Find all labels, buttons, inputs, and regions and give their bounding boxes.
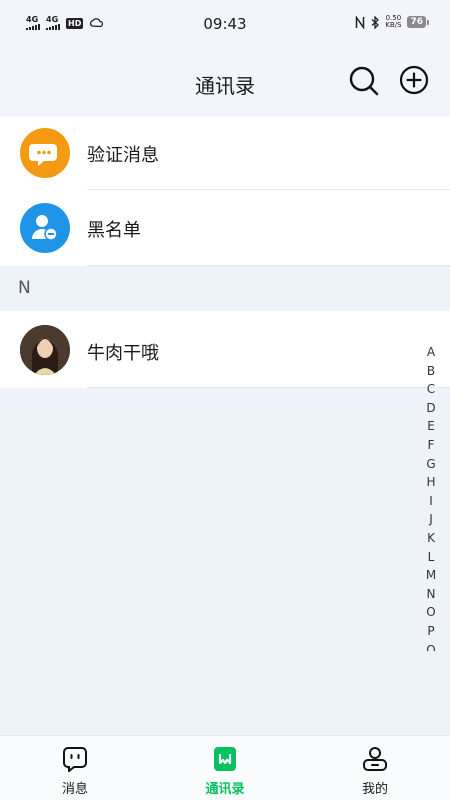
nav-mine-label: 我的 [361, 782, 388, 797]
nav-contacts[interactable]: 通讯录 [185, 746, 265, 797]
nav-messages[interactable]: 消息 [35, 746, 115, 797]
blacklist-label: 黑名单 [87, 220, 141, 241]
index-letter[interactable]: Q [426, 641, 435, 652]
verify-messages-item[interactable]: 验证消息 [0, 116, 450, 190]
bottom-nav: 消息 通讯录 我的 [0, 735, 450, 800]
plus-circle-icon [399, 65, 429, 95]
search-button[interactable] [348, 65, 380, 97]
page-title: 通讯录 [195, 74, 255, 98]
index-letter[interactable]: C [427, 380, 435, 399]
index-letter[interactable]: G [426, 455, 435, 474]
nfc-icon [356, 15, 365, 29]
index-letter[interactable]: A [427, 343, 435, 362]
verify-messages-label: 验证消息 [87, 145, 159, 166]
avatar [20, 325, 70, 375]
index-letter[interactable]: K [427, 529, 435, 548]
user-icon [363, 747, 387, 771]
index-letter[interactable]: E [427, 417, 435, 436]
nav-mine[interactable]: 我的 [335, 746, 415, 797]
index-letter[interactable]: I [429, 492, 433, 511]
nav-messages-label: 消息 [61, 782, 88, 797]
status-bar: 4G 4G HD 09:43 0.50 KB/S 76 [0, 0, 450, 50]
message-icon [63, 747, 87, 774]
alphabet-index[interactable]: ABCDEFGHIJKLMNOPQ [424, 343, 438, 651]
search-icon [349, 66, 379, 96]
nav-contacts-label: 通讯录 [205, 782, 245, 797]
section-letter: N [18, 278, 31, 298]
app-header: 通讯录 [0, 50, 450, 114]
contacts-book-icon [214, 747, 236, 771]
index-letter[interactable]: H [426, 473, 435, 492]
index-letter[interactable]: B [427, 362, 435, 381]
index-letter[interactable]: L [428, 548, 435, 567]
blacklist-item[interactable]: 黑名单 [0, 190, 450, 266]
index-letter[interactable]: M [426, 566, 436, 585]
index-letter[interactable]: J [429, 510, 433, 529]
divider [87, 387, 450, 388]
bluetooth-icon [371, 15, 380, 29]
index-letter[interactable]: N [427, 585, 436, 604]
index-letter[interactable]: D [426, 399, 435, 418]
contact-item[interactable]: 牛肉干哦 [0, 311, 450, 388]
section-header: N [0, 266, 450, 311]
chat-bubble-icon [20, 128, 70, 178]
contact-name: 牛肉干哦 [87, 343, 159, 364]
index-letter[interactable]: O [426, 603, 435, 622]
user-minus-icon [20, 203, 70, 253]
add-button[interactable] [399, 65, 429, 95]
index-letter[interactable]: P [427, 622, 434, 641]
network-speed: 0.50 KB/S [385, 14, 402, 29]
battery-indicator: 76 [407, 16, 429, 28]
index-letter[interactable]: F [428, 436, 435, 455]
